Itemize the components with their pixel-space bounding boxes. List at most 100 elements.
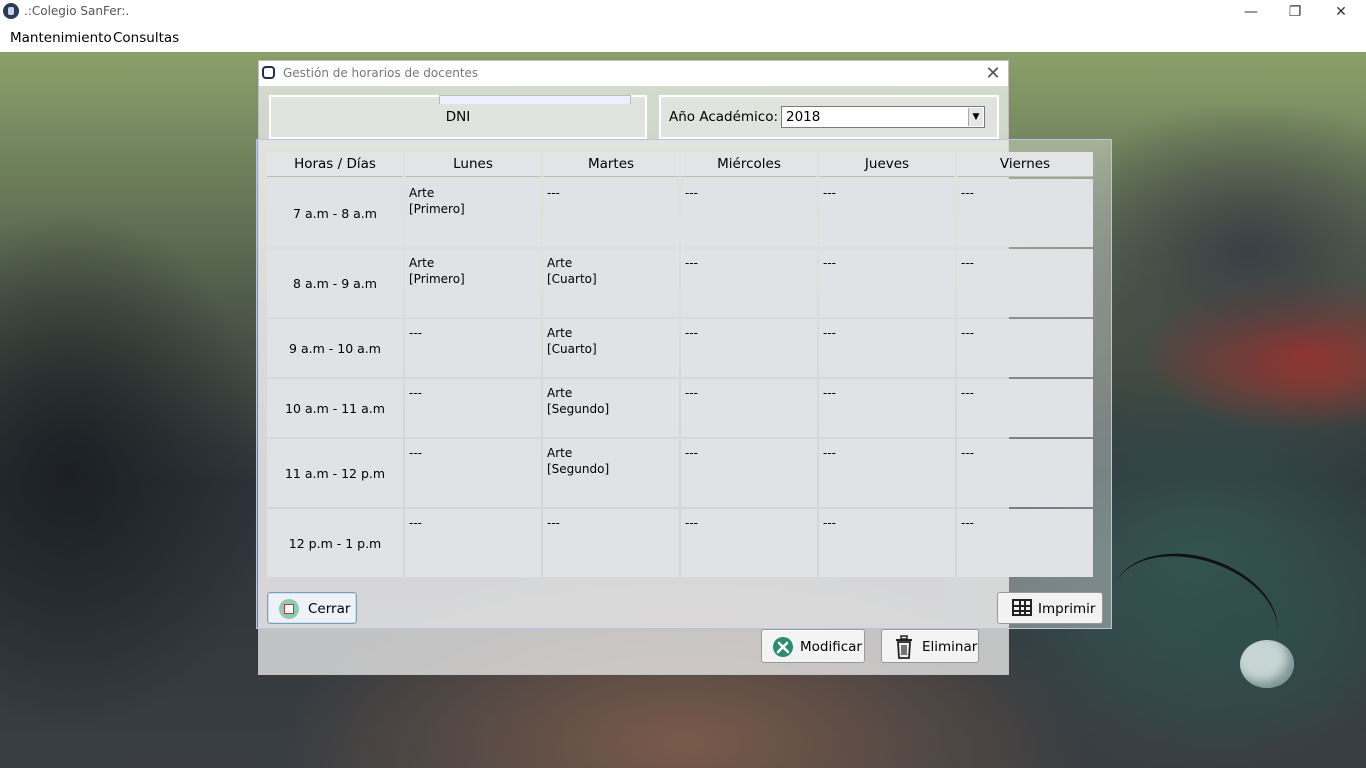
hour-cell: 8 a.m - 9 a.m [267, 249, 403, 317]
schedule-cell[interactable]: Arte [Primero] [405, 249, 541, 317]
schedule-cell[interactable]: Arte [Primero] [405, 179, 541, 247]
cell-text: --- [547, 516, 560, 530]
cell-text: --- [547, 186, 560, 200]
hour-cell: 7 a.m - 8 a.m [267, 179, 403, 247]
schedule-cell[interactable]: --- [957, 509, 1093, 577]
cell-text: --- [961, 326, 974, 340]
cell-text: --- [685, 446, 698, 460]
cell-text: --- [823, 326, 836, 340]
cell-text: --- [961, 516, 974, 530]
hour-cell: 9 a.m - 10 a.m [267, 319, 403, 377]
cell-text: Arte [Primero] [409, 256, 465, 286]
dni-label: DNI [445, 109, 471, 125]
table-grid-icon [1012, 599, 1032, 616]
schedule-cell[interactable]: --- [681, 379, 817, 437]
menu-bar: Mantenimiento Consultas [0, 24, 1366, 52]
column-header-wednesday: Miércoles [681, 152, 817, 177]
background-cap-button [1240, 640, 1294, 688]
schedule-cell[interactable]: --- [543, 179, 679, 247]
schedule-cell[interactable]: --- [681, 509, 817, 577]
hour-cell: 12 p.m - 1 p.m [267, 509, 403, 577]
schedule-cell[interactable]: Arte [Segundo] [543, 379, 679, 437]
schedule-cell[interactable]: --- [957, 319, 1093, 377]
column-header-thursday: Jueves [819, 152, 955, 177]
schedule-cell[interactable]: --- [957, 249, 1093, 317]
cell-text: Arte [Cuarto] [547, 326, 597, 356]
schedule-cell[interactable]: --- [819, 439, 955, 507]
schedule-cell[interactable]: --- [819, 509, 955, 577]
cell-text: --- [823, 446, 836, 460]
print-label: Imprimir [1038, 601, 1096, 617]
cell-text: --- [961, 446, 974, 460]
close-schedule-button[interactable]: Cerrar [267, 592, 357, 624]
cell-text: --- [823, 516, 836, 530]
schedule-cell[interactable]: --- [405, 509, 541, 577]
table-row: 12 p.m - 1 p.m --- --- --- --- --- [267, 509, 1093, 577]
modify-label: Modificar [800, 639, 862, 655]
schedule-cell[interactable]: --- [405, 439, 541, 507]
dialog-close-button[interactable]: ✕ [981, 63, 1005, 85]
schedule-cell[interactable]: --- [819, 379, 955, 437]
window-titlebar: .:Colegio SanFer:. — ❐ ✕ [0, 0, 1366, 24]
academic-year-select[interactable]: 2018 ▼ [781, 106, 985, 128]
minimize-button[interactable]: — [1228, 1, 1274, 23]
dni-field[interactable] [439, 95, 631, 104]
table-row: 10 a.m - 11 a.m --- Arte [Segundo] --- -… [267, 379, 1093, 437]
schedule-cell[interactable]: --- [405, 379, 541, 437]
schedule-cell[interactable]: --- [957, 439, 1093, 507]
tools-icon [773, 637, 793, 657]
cell-text: --- [685, 186, 698, 200]
schedule-cell[interactable]: --- [819, 319, 955, 377]
academic-year-label: Año Académico: [669, 109, 779, 125]
cell-text: --- [823, 256, 836, 270]
cell-text: Arte [Cuarto] [547, 256, 597, 286]
app-logo-icon [3, 3, 19, 19]
cell-text: --- [961, 386, 974, 400]
schedule-cell[interactable]: --- [957, 179, 1093, 247]
schedule-cell[interactable]: --- [681, 179, 817, 247]
schedule-cell[interactable]: --- [819, 179, 955, 247]
schedule-cell[interactable]: Arte [Cuarto] [543, 249, 679, 317]
column-header-monday: Lunes [405, 152, 541, 177]
hour-cell: 11 a.m - 12 p.m [267, 439, 403, 507]
cell-text: --- [961, 186, 974, 200]
cell-text: --- [685, 256, 698, 270]
table-row: 7 a.m - 8 a.m Arte [Primero] --- --- ---… [267, 179, 1093, 247]
restore-button[interactable]: ❐ [1272, 1, 1318, 23]
schedule-cell[interactable]: --- [681, 319, 817, 377]
menu-mantenimiento[interactable]: Mantenimiento [10, 30, 112, 46]
schedule-cell[interactable]: Arte [Cuarto] [543, 319, 679, 377]
schedule-cell[interactable]: --- [681, 249, 817, 317]
delete-label: Eliminar [922, 639, 978, 655]
trash-icon [896, 635, 912, 659]
chevron-down-icon[interactable]: ▼ [968, 108, 983, 126]
modify-button[interactable]: Modificar [761, 629, 865, 663]
close-schedule-label: Cerrar [308, 601, 351, 617]
schedule-dialog: Horas / Días Lunes Martes Miércoles Juev… [256, 139, 1112, 629]
cell-text: --- [823, 186, 836, 200]
schedule-cell[interactable]: --- [543, 509, 679, 577]
column-header-hours: Horas / Días [267, 152, 403, 177]
cell-text: --- [685, 516, 698, 530]
cell-text: --- [685, 326, 698, 340]
close-button[interactable]: ✕ [1318, 1, 1364, 23]
print-button[interactable]: Imprimir [997, 592, 1103, 624]
column-header-friday: Viernes [957, 152, 1093, 177]
cell-text: --- [409, 446, 422, 460]
schedule-cell[interactable]: --- [819, 249, 955, 317]
delete-button[interactable]: Eliminar [881, 629, 979, 663]
window-title: .:Colegio SanFer:. [24, 4, 130, 18]
schedule-cell[interactable]: --- [681, 439, 817, 507]
schedule-cell[interactable]: Arte [Segundo] [543, 439, 679, 507]
schedule-table: Horas / Días Lunes Martes Miércoles Juev… [265, 150, 1095, 579]
cell-text: --- [961, 256, 974, 270]
schedule-cell[interactable]: --- [957, 379, 1093, 437]
hour-cell: 10 a.m - 11 a.m [267, 379, 403, 437]
schedule-cell[interactable]: --- [405, 319, 541, 377]
academic-year-value: 2018 [786, 109, 821, 125]
menu-consultas[interactable]: Consultas [113, 30, 179, 46]
table-row: 8 a.m - 9 a.m Arte [Primero] Arte [Cuart… [267, 249, 1093, 317]
cell-text: --- [409, 516, 422, 530]
table-header-row: Horas / Días Lunes Martes Miércoles Juev… [267, 152, 1093, 177]
table-row: 11 a.m - 12 p.m --- Arte [Segundo] --- -… [267, 439, 1093, 507]
